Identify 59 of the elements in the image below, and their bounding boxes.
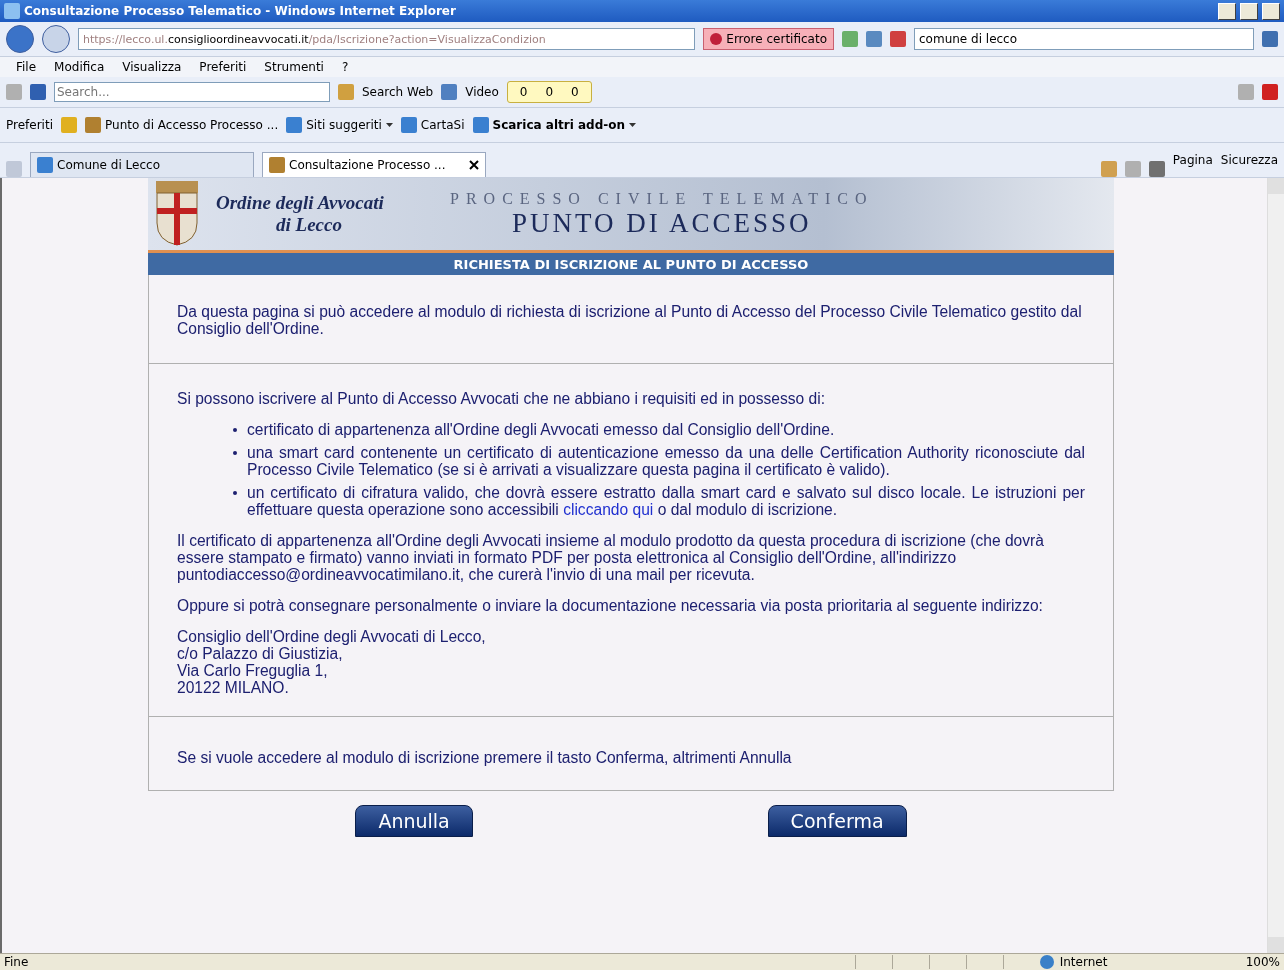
address-line: Consiglio dell'Ordine degli Avvocati di Lecco, [177, 628, 487, 645]
menu-item[interactable]: File [16, 60, 37, 74]
status-text: Fine [4, 955, 29, 969]
command-menu[interactable]: Sicurezza [1220, 153, 1278, 167]
zoom-level[interactable]: 100% [1245, 955, 1280, 969]
certificate-error-button[interactable]: Errore certificato [703, 28, 834, 50]
confirm-text: Se si vuole accedere al modulo di iscrizione premere il tasto Conferma, altrimenti Annulla [177, 749, 793, 766]
intro-text: Da questa pagina si può accedere al modulo di richiesta di iscrizione al Punto di Accesso del Processo Civile Telematico gestito dal Consiglio dell'Ordine. [177, 303, 1083, 337]
minimize-button[interactable] [1218, 2, 1236, 20]
body-paragraph: Oppure si potrà consegnare personalmente o inviare la documentazione necessaria via posta prioritaria al seguente indirizzo: [177, 597, 1044, 614]
menu-item[interactable]: Preferiti [199, 60, 247, 74]
zone-text: Internet [1059, 955, 1109, 969]
forward-button[interactable] [42, 25, 70, 53]
favorites-link[interactable]: Siti suggeriti [286, 117, 393, 133]
menu-item[interactable]: Modifica [54, 60, 105, 74]
requirements-intro: Si possono iscrivere al Punto di Accesso Avvocati che ne abbiano i requisiti ed in possesso di: [177, 390, 827, 407]
requirement-text: una smart card contenente un certificato di autenticazione emesso da una delle Certification Authority riconosciute dal Processo Civile Telematico (se si è arrivati a visualizzare questa pagina il certificato è valido). [247, 444, 1085, 478]
address-line: 20122 MILANO. [177, 679, 290, 696]
close-button[interactable] [1262, 2, 1280, 20]
browser-tab[interactable]: Consultazione Processo ... [262, 152, 486, 177]
bullet-icon [233, 491, 237, 495]
favorites-button[interactable]: Preferiti [6, 118, 53, 132]
maximize-button[interactable] [1240, 2, 1258, 20]
page-button[interactable]: Annulla [355, 805, 473, 837]
favorites-link[interactable]: CartaSi [400, 117, 465, 133]
menu-item[interactable]: ? [341, 60, 349, 74]
organization-city: di Lecco [276, 214, 342, 236]
favorites-link[interactable]: Scarica altri add-on [472, 117, 636, 133]
scrollbar[interactable] [1267, 178, 1284, 953]
counter: 0 [545, 85, 554, 99]
body-paragraph: Il certificato di appartenenza all'Ordine degli Avvocati insieme al modulo prodotto da questa procedura di iscrizione (che dovrà essere stampato e firmato) vanno inviati in formato PDF per posta elettronica al Consiglio dell'Ordine, all'indirizzo puntodiaccesso@ordineavvocatimilano.it, che curerà l'invio di una mail per ricevuta. [177, 532, 1045, 583]
search-field[interactable]: Search... [54, 82, 330, 102]
caret-icon [629, 123, 636, 127]
address-line: Via Carlo Freguglia 1, [177, 662, 329, 679]
video-button[interactable]: Video [465, 85, 499, 99]
menu-item[interactable]: Strumenti [264, 60, 324, 74]
favorites-link[interactable]: Punto di Accesso Processo ... [85, 117, 279, 133]
search-field[interactable]: comune di lecco [914, 28, 1254, 50]
window-title: Consultazione Processo Telematico - Windows Internet Explorer [24, 4, 457, 18]
bullet-icon [233, 428, 237, 432]
section-banner: RICHIESTA DI ISCRIZIONE AL PUNTO DI ACCESSO [148, 253, 1114, 275]
address-line: c/o Palazzo di Giustizia, [177, 645, 344, 662]
address-field[interactable]: https://lecco.ul.consiglioordineavvocati.it/pda/Iscrizione?action=VisualizzaCondizion [78, 28, 696, 50]
browser-tab[interactable]: Comune di Lecco [30, 152, 254, 177]
menu-item[interactable]: Visualizza [122, 60, 182, 74]
command-menu[interactable]: Pagina [1172, 153, 1213, 167]
header-subtitle: PROCESSO CIVILE TELEMATICO [450, 189, 874, 208]
caret-icon [385, 123, 393, 127]
organization-name: Ordine degli Avvocati [216, 192, 384, 214]
counter: 0 [571, 85, 579, 99]
requirement-text: certificato di appartenenza all'Ordine degli Avvocati emesso dal Consiglio dell'Ordine. [247, 421, 835, 438]
back-button[interactable] [6, 25, 34, 53]
bullet-icon [233, 451, 237, 455]
search-web-button[interactable]: Search Web [362, 85, 434, 99]
counter: 0 [519, 85, 528, 99]
requirement-text: un certificato di cifratura valido, che dovrà essere estratto dalla smart card e salvato sul disco locale. Le istruzioni per effettuare questa operazione sono accessibili cliccando qui o dal modulo di iscrizione. [247, 484, 1085, 518]
header-title: PUNTO DI ACCESSO [511, 207, 812, 239]
instructions-link[interactable]: cliccando qui [563, 501, 654, 518]
page-button[interactable]: Conferma [767, 805, 907, 837]
